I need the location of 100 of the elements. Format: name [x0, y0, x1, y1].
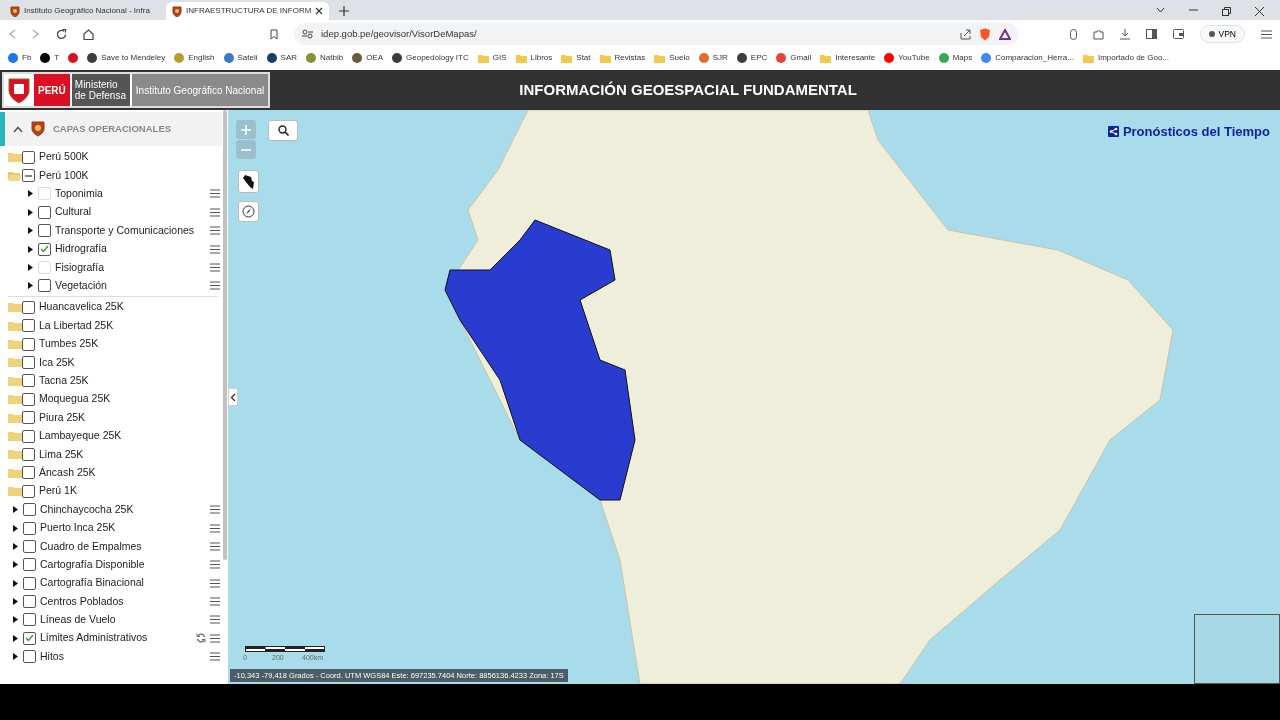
- menu-icon[interactable]: [210, 226, 220, 236]
- bookmark[interactable]: Sateli: [223, 52, 258, 64]
- menu-icon[interactable]: [210, 505, 220, 515]
- vpn-button[interactable]: VPN: [1199, 25, 1245, 43]
- layer-row[interactable]: Cartografía Disponible: [0, 555, 228, 574]
- checkbox[interactable]: [38, 242, 51, 256]
- new-tab-icon[interactable]: [339, 6, 350, 16]
- menu-icon[interactable]: [210, 578, 220, 588]
- menu-icon[interactable]: [210, 597, 220, 607]
- layer-row[interactable]: Cultural: [0, 203, 228, 222]
- checkbox[interactable]: [38, 224, 51, 238]
- bookmark[interactable]: Maps: [938, 52, 973, 64]
- bookmark[interactable]: OEA: [352, 52, 384, 64]
- lion-icon[interactable]: [979, 27, 991, 41]
- checkbox[interactable]: [22, 169, 35, 183]
- layer-row[interactable]: Tumbes 25K: [0, 334, 228, 354]
- layer-row[interactable]: Puerto Inca 25K: [0, 518, 228, 538]
- indicator-icon[interactable]: [1069, 28, 1077, 40]
- menu-icon[interactable]: [210, 523, 220, 533]
- checkbox[interactable]: [23, 521, 36, 535]
- checkbox[interactable]: [22, 484, 35, 498]
- menu-icon[interactable]: [210, 281, 220, 291]
- site-settings-icon[interactable]: [302, 29, 313, 39]
- checkbox[interactable]: [22, 411, 35, 425]
- layer-row[interactable]: Líneas de Vuelo: [0, 610, 228, 630]
- refresh-icon[interactable]: [196, 633, 206, 644]
- puzzle-icon[interactable]: [1092, 28, 1104, 40]
- layer-row[interactable]: Transporte y Comunicaciones: [0, 221, 228, 240]
- layer-row[interactable]: Hitos: [0, 647, 228, 666]
- menu-icon[interactable]: [210, 652, 220, 662]
- checkbox[interactable]: [23, 631, 36, 645]
- menu-icon[interactable]: [210, 207, 220, 217]
- checkbox[interactable]: [23, 613, 36, 627]
- layer-row[interactable]: La Libertad 25K: [0, 316, 228, 335]
- bookmark[interactable]: EPC: [736, 52, 768, 64]
- layer-row[interactable]: Lima 25K: [0, 445, 228, 464]
- bookmark[interactable]: Comparacion_Herra...: [981, 52, 1074, 64]
- layer-row[interactable]: Chinchaycocha 25K: [0, 500, 228, 519]
- checkbox[interactable]: [22, 447, 35, 461]
- home-icon[interactable]: [83, 28, 94, 40]
- layer-row[interactable]: Moquegua 25K: [0, 390, 228, 409]
- checkbox[interactable]: [22, 337, 35, 351]
- bookmark[interactable]: T: [40, 52, 60, 64]
- checkbox[interactable]: [22, 392, 35, 406]
- forecast-link[interactable]: Pronósticos del Tiempo: [1107, 122, 1270, 142]
- bookmark[interactable]: [68, 53, 79, 63]
- reload-icon[interactable]: [56, 28, 67, 40]
- menu-icon[interactable]: [210, 541, 220, 551]
- layer-row[interactable]: Vegetación: [0, 276, 228, 296]
- scrollbar[interactable]: [223, 110, 227, 560]
- checkbox[interactable]: [22, 300, 35, 314]
- chevron-down-icon[interactable]: [1156, 7, 1165, 13]
- checkbox[interactable]: [23, 503, 36, 517]
- collapse-button[interactable]: [228, 388, 238, 406]
- layer-row[interactable]: Límites Administrativos: [0, 629, 228, 648]
- bookmark[interactable]: English: [174, 52, 215, 64]
- layer-row[interactable]: Cuadro de Empalmes: [0, 537, 228, 556]
- bookmark[interactable]: SJR: [698, 52, 728, 64]
- layer-row[interactable]: Hidrografía: [0, 239, 228, 259]
- checkbox[interactable]: [22, 150, 35, 164]
- layer-row[interactable]: Tacna 25K: [0, 371, 228, 391]
- menu-icon[interactable]: [1261, 29, 1272, 39]
- layer-row[interactable]: Cartografía Binacional: [0, 574, 228, 593]
- bookmark[interactable]: Libros: [515, 52, 553, 64]
- bookmark[interactable]: Save to Mendeley: [87, 52, 166, 64]
- layer-row[interactable]: Centros Poblados: [0, 592, 228, 611]
- checkbox[interactable]: [38, 205, 51, 219]
- menu-icon[interactable]: [210, 633, 220, 643]
- layer-row[interactable]: Perú 500K: [0, 148, 228, 167]
- checkbox[interactable]: [23, 539, 36, 553]
- layer-row[interactable]: Huancavelica 25K: [0, 298, 228, 317]
- triangle-icon[interactable]: [999, 28, 1011, 40]
- chevron-up-icon[interactable]: [13, 125, 23, 133]
- share-icon[interactable]: [960, 28, 971, 40]
- layer-row[interactable]: Perú 100K: [0, 166, 228, 185]
- bookmark[interactable]: SAR: [266, 52, 297, 64]
- minimize-icon[interactable]: [1189, 7, 1198, 13]
- sidebar-icon[interactable]: [1145, 29, 1157, 39]
- bookmark[interactable]: Importado de Goo...: [1082, 52, 1170, 64]
- checkbox[interactable]: [22, 319, 35, 333]
- menu-icon[interactable]: [210, 244, 220, 254]
- layer-row[interactable]: Perú 1K: [0, 482, 228, 501]
- bookmark[interactable]: Geopedology ITC: [392, 52, 469, 64]
- checkbox[interactable]: [23, 595, 36, 609]
- checkbox[interactable]: [22, 466, 35, 480]
- checkbox[interactable]: [23, 650, 36, 664]
- address-bar[interactable]: idep.gob.pe/geovisor/VisorDeMapas/: [294, 23, 1019, 45]
- browser-tab[interactable]: INFRAESTRUCTURA DE INFORM: [166, 2, 330, 20]
- bookmark[interactable]: Fb: [8, 52, 32, 64]
- checkbox[interactable]: [22, 429, 35, 443]
- layer-row[interactable]: Piura 25K: [0, 408, 228, 427]
- layer-row[interactable]: Ica 25K: [0, 353, 228, 372]
- bookmark[interactable]: Stat: [561, 52, 591, 64]
- checkbox[interactable]: [38, 279, 51, 293]
- layer-row[interactable]: Lambayeque 25K: [0, 426, 228, 446]
- compass-button[interactable]: [238, 201, 259, 222]
- bookmark[interactable]: YouTube: [884, 52, 930, 64]
- restore-icon[interactable]: [1222, 7, 1231, 16]
- bookmark[interactable]: GIS: [477, 52, 507, 64]
- menu-icon[interactable]: [210, 615, 220, 625]
